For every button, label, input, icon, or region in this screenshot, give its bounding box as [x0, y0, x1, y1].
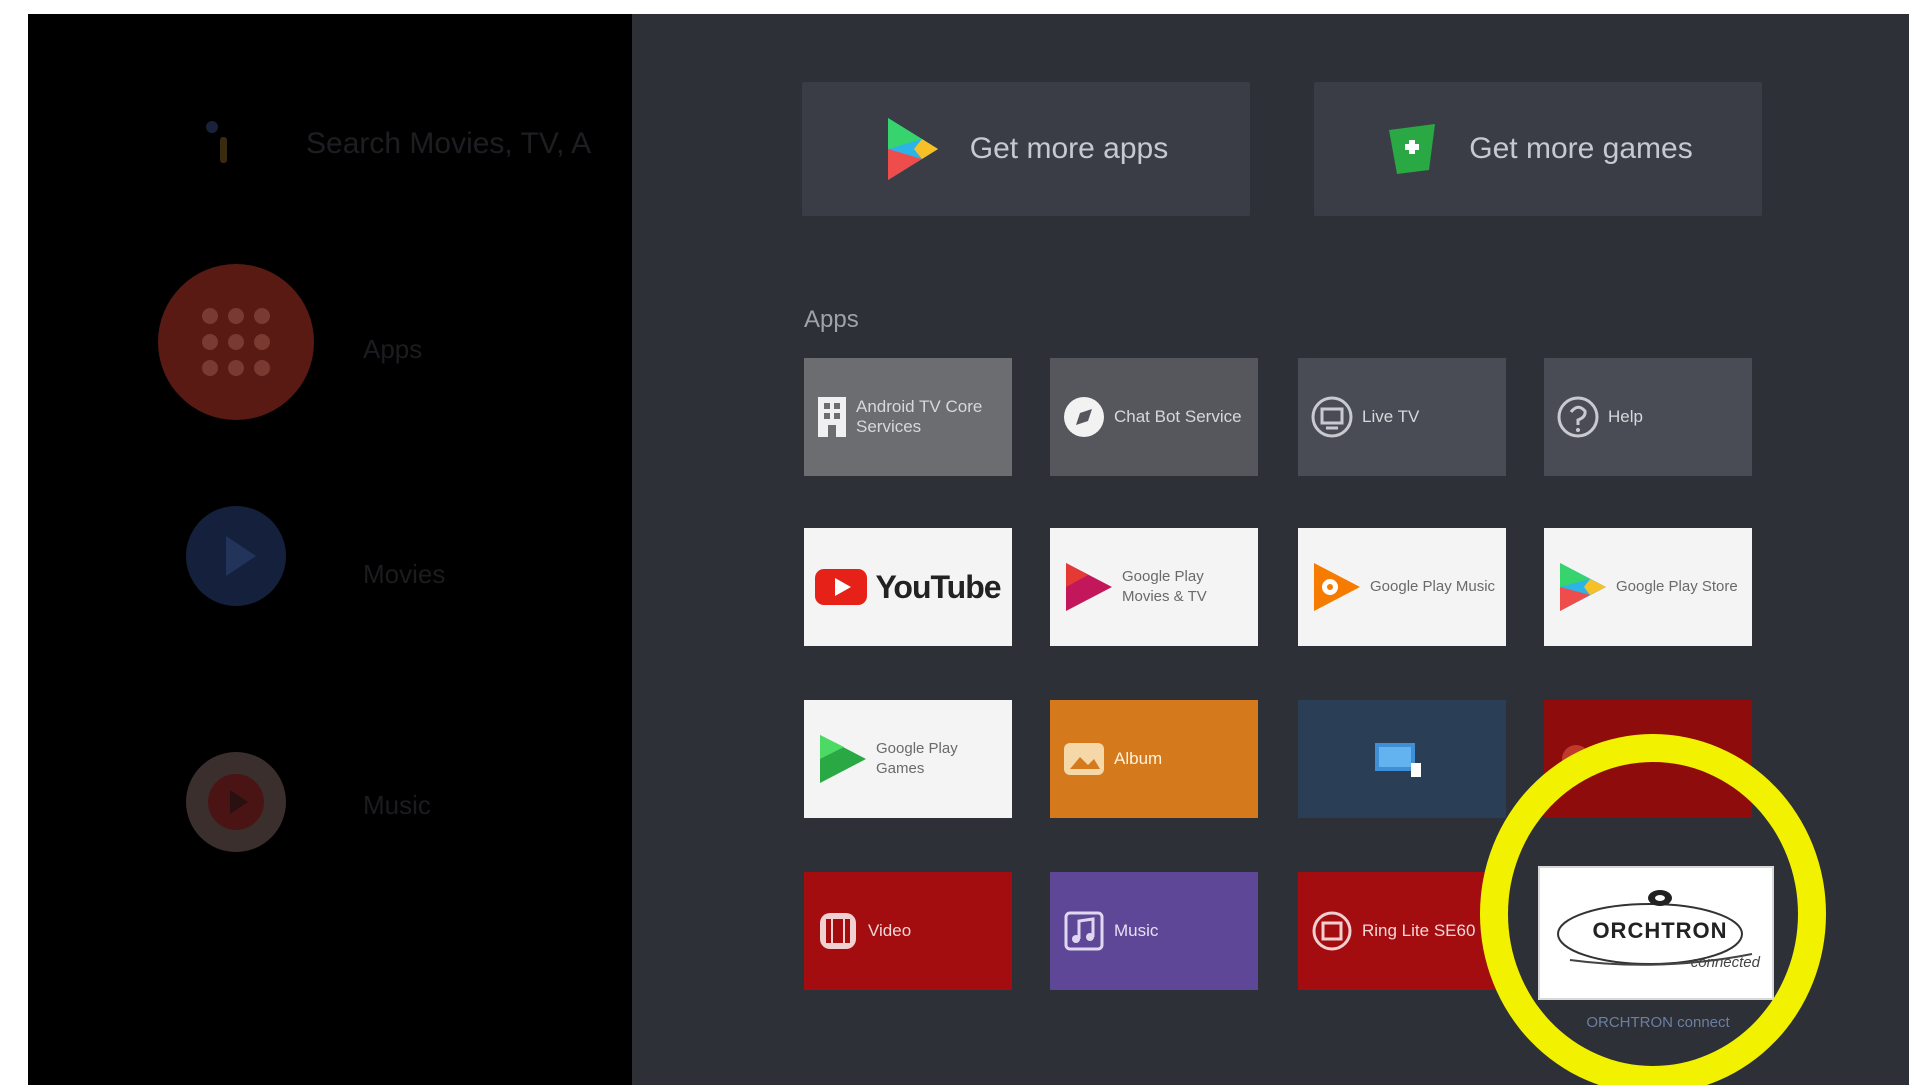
tv-icon	[1311, 396, 1353, 438]
sidebar-item-label: Apps	[363, 334, 423, 364]
app-tile-label: Google Play Movies & TV	[1122, 568, 1207, 605]
apps-section-heading: Apps	[804, 306, 859, 333]
album-icon	[1064, 743, 1104, 775]
app-tile-label: Album	[1114, 749, 1163, 768]
app-tile-label: Android TV Core Services	[856, 397, 983, 436]
app-tile-play-games[interactable]: Google Play Games	[804, 700, 1012, 818]
app-tile-chat-bot[interactable]: Chat Bot Service	[1050, 358, 1258, 476]
help-icon	[1557, 396, 1599, 438]
play-games-icon	[1389, 124, 1436, 174]
app-tile-label: Ring Lite SE60	[1362, 921, 1476, 940]
app-tile-play-movies[interactable]: Google Play Movies & TV	[1050, 528, 1258, 646]
app-tile-video[interactable]: Video	[804, 872, 1012, 990]
app-icon	[1562, 745, 1590, 773]
get-more-apps-label: Get more apps	[969, 132, 1169, 165]
play-icon	[186, 506, 286, 606]
play-store-icon	[887, 118, 938, 180]
youtube-icon	[186, 752, 286, 852]
app-tile-album[interactable]: Album	[1050, 700, 1258, 818]
play-music-icon	[1314, 563, 1360, 611]
app-tile-music[interactable]: Music	[1050, 872, 1258, 990]
app-tile-help[interactable]: Help	[1544, 358, 1752, 476]
app-tile-label: Chat Bot Service	[1114, 407, 1242, 426]
youtube-icon	[815, 569, 868, 605]
compass-icon	[1064, 397, 1104, 437]
music-icon	[1064, 911, 1104, 951]
app-tile-label: YouTube	[875, 568, 1001, 605]
app-tile-youtube[interactable]: YouTube	[804, 528, 1012, 646]
app-tile-play-music[interactable]: Google Play Music	[1298, 528, 1506, 646]
building-icon	[818, 397, 846, 437]
get-more-games-label: Get more games	[1469, 132, 1693, 165]
sidebar-item-label: Movies	[363, 559, 446, 589]
app-tile-label: Video	[868, 921, 912, 940]
app-tile-label: Google Play Games	[876, 740, 958, 777]
app-tile-play-store[interactable]: Google Play Store	[1544, 528, 1752, 646]
ring-icon	[1312, 911, 1352, 951]
google-assistant-mic-icon[interactable]	[202, 109, 232, 169]
app-tile-live-tv[interactable]: Live TV	[1298, 358, 1506, 476]
left-navigation-panel: Search Movies, TV, A Apps Movies Music	[28, 14, 632, 1085]
app-tile-label: Google Play Music	[1370, 578, 1496, 595]
app-tile-orchtron-connect[interactable]: ORCHTRON connected	[1538, 866, 1774, 1000]
orchtron-brand-text: ORCHTRON	[1592, 918, 1728, 943]
app-tile-screen-share[interactable]	[1298, 700, 1506, 818]
app-tile-core-services[interactable]: Android TV Core Services	[804, 358, 1012, 476]
play-movies-icon	[1066, 563, 1112, 611]
app-tile-label: Music	[1114, 921, 1159, 940]
focused-app-caption: ORCHTRON connect	[1586, 1014, 1730, 1031]
app-tile-label: Help	[1608, 407, 1643, 426]
app-tile-ring-lite[interactable]: Ring Lite SE60	[1298, 872, 1506, 990]
sidebar-item-label: Music	[363, 790, 431, 820]
screen-share-icon	[1375, 743, 1421, 777]
orchtron-tagline-text: connected	[1690, 954, 1760, 971]
video-icon	[820, 913, 856, 949]
search-prompt[interactable]: Search Movies, TV, A	[306, 127, 636, 161]
apps-grid-icon	[158, 264, 314, 420]
app-tile-unnamed-red[interactable]	[1544, 700, 1752, 818]
app-tile-label: Live TV	[1362, 407, 1420, 426]
tv-home-screen: Search Movies, TV, A Apps Movies Music G…	[28, 14, 1909, 1085]
play-games-icon	[820, 735, 866, 783]
play-store-icon	[1560, 563, 1606, 611]
get-more-apps-button[interactable]: Get more apps	[802, 82, 1250, 216]
app-tile-label: Google Play Store	[1616, 578, 1738, 595]
get-more-games-button[interactable]: Get more games	[1314, 82, 1762, 216]
